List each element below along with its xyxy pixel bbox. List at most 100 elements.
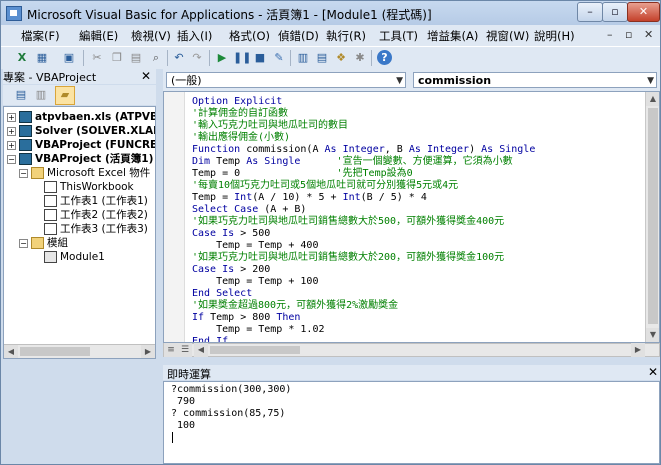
- code-line[interactable]: Function commission(A As Integer, B As I…: [192, 144, 535, 156]
- close-button[interactable]: ✕: [627, 2, 660, 22]
- menu-format[interactable]: 格式(O): [229, 28, 270, 44]
- menu-file[interactable]: 檔案(F): [21, 28, 60, 44]
- object-browser-icon[interactable]: ❖: [333, 50, 349, 66]
- scroll-down-icon[interactable]: ▼: [646, 328, 659, 342]
- minimize-button[interactable]: –: [577, 2, 603, 22]
- collapse-icon[interactable]: −: [19, 168, 28, 178]
- menu-debug[interactable]: 偵錯(D): [278, 28, 319, 44]
- full-module-view-icon[interactable]: ☰: [178, 343, 192, 357]
- tree-item-sheet2[interactable]: 工作表2 (工作表2): [44, 209, 148, 222]
- code-editor[interactable]: Option Explicit '計算佣金的自訂函數 '輸入巧克力吐司與地瓜吐司的數…: [163, 91, 660, 343]
- code-line[interactable]: Temp = 0 '先把Temp設為0: [192, 168, 413, 180]
- tree-item-modules[interactable]: − 模組: [19, 237, 68, 250]
- menu-insert[interactable]: 插入(I): [177, 28, 212, 44]
- menu-edit[interactable]: 編輯(E): [79, 28, 118, 44]
- toggle-folders-icon[interactable]: ▰: [55, 86, 75, 105]
- code-line[interactable]: '如果巧克力吐司與地瓜吐司銷售總數大於500，可額外獲得獎金400元: [192, 216, 504, 228]
- expand-icon[interactable]: +: [7, 112, 16, 122]
- code-line[interactable]: Case Is > 500: [192, 228, 270, 240]
- collapse-icon[interactable]: −: [7, 154, 16, 164]
- code-line[interactable]: If Temp > 800 Then: [192, 312, 300, 324]
- code-line[interactable]: Select Case (A + B): [192, 204, 306, 216]
- cut-icon[interactable]: ✂: [89, 50, 105, 66]
- mdi-close-button[interactable]: ✕: [644, 28, 653, 41]
- find-icon[interactable]: ⌕: [148, 50, 164, 66]
- tree-item-thisworkbook[interactable]: ThisWorkbook: [44, 181, 134, 194]
- redo-icon[interactable]: ↷: [189, 50, 205, 66]
- menu-tools[interactable]: 工具(T): [379, 28, 418, 44]
- code-line[interactable]: Temp = Temp * 1.02: [192, 324, 324, 336]
- code-line[interactable]: Temp = Temp + 400: [192, 240, 318, 252]
- mdi-restore-button[interactable]: ▫: [625, 28, 632, 41]
- procedure-combo[interactable]: commission ▼: [413, 72, 657, 88]
- undo-icon[interactable]: ↶: [171, 50, 187, 66]
- project-tree-hscrollbar[interactable]: ◀ ▶: [4, 344, 155, 358]
- scroll-right-icon[interactable]: ▶: [141, 345, 155, 358]
- code-vscrollbar[interactable]: ▲ ▼: [645, 92, 659, 342]
- code-margin[interactable]: [164, 92, 185, 342]
- tree-item-excel-objects[interactable]: − Microsoft Excel 物件: [19, 167, 150, 180]
- run-icon[interactable]: ▶: [214, 50, 230, 66]
- expand-icon[interactable]: +: [7, 126, 16, 136]
- tree-item-module1[interactable]: Module1: [44, 251, 105, 264]
- tree-item-solver[interactable]: + Solver (SOLVER.XLAM): [7, 125, 155, 138]
- scroll-up-icon[interactable]: ▲: [646, 92, 659, 106]
- code-line[interactable]: '如果獎金超過800元，可額外獲得2%激勵獎金: [192, 300, 398, 312]
- view-code-icon[interactable]: ▤: [13, 87, 29, 103]
- collapse-icon[interactable]: −: [19, 238, 28, 248]
- insert-module-icon[interactable]: ▦: [34, 50, 50, 66]
- chevron-down-icon[interactable]: ▼: [396, 73, 403, 89]
- tree-item-sheet1[interactable]: 工作表1 (工作表1): [44, 195, 148, 208]
- code-line[interactable]: '計算佣金的自訂函數: [192, 108, 288, 120]
- code-line[interactable]: '輸入巧克力吐司與地瓜吐司的數目: [192, 120, 348, 132]
- toolbox-icon[interactable]: ✱: [352, 50, 368, 66]
- maximize-button[interactable]: ▫: [602, 2, 628, 22]
- break-icon[interactable]: ❚❚: [233, 50, 251, 66]
- tree-item-sheet3[interactable]: 工作表3 (工作表3): [44, 223, 148, 236]
- scroll-left-icon[interactable]: ◀: [194, 343, 208, 357]
- tree-item-funcres[interactable]: + VBAProject (FUNCRES.XLAM): [7, 139, 155, 152]
- project-explorer-icon[interactable]: ▥: [295, 50, 311, 66]
- copy-icon[interactable]: ❐: [109, 50, 125, 66]
- immediate-window-close-icon[interactable]: ✕: [648, 365, 658, 379]
- menu-window[interactable]: 視窗(W): [486, 28, 529, 44]
- code-line[interactable]: End Select: [192, 288, 252, 300]
- expand-icon[interactable]: +: [7, 140, 16, 150]
- code-line[interactable]: '如果巧克力吐司與地瓜吐司銷售總數大於200，可額外獲得獎金100元: [192, 252, 504, 264]
- menu-help[interactable]: 說明(H): [534, 28, 575, 44]
- code-line[interactable]: Temp = Int(A / 10) * 5 + Int(B / 5) * 4: [192, 192, 427, 204]
- project-explorer-close-icon[interactable]: ✕: [141, 69, 151, 83]
- code-line[interactable]: Temp = Temp + 100: [192, 276, 318, 288]
- code-line[interactable]: '每賣10個巧克力吐司或5個地瓜吐司就可分別獲得5元或4元: [192, 180, 458, 192]
- code-hscrollbar[interactable]: ≡ ☰ ◀ ▶: [163, 343, 660, 357]
- code-line[interactable]: Case Is > 200: [192, 264, 270, 276]
- chevron-down-icon[interactable]: ▼: [647, 73, 654, 89]
- help-icon[interactable]: ?: [377, 50, 392, 65]
- tree-item-atpvbaen[interactable]: + atpvbaen.xls (ATPVBAEN.XLAM): [7, 111, 155, 124]
- immediate-window[interactable]: ?commission(300,300) 790 ? commission(85…: [163, 381, 660, 464]
- save-icon[interactable]: ▣: [61, 50, 77, 66]
- code-line[interactable]: Option Explicit: [192, 96, 282, 108]
- tree-item-vbaproject-workbook1[interactable]: − VBAProject (活頁簿1): [7, 153, 153, 166]
- code-line[interactable]: '輸出應得佣金(小數): [192, 132, 290, 144]
- scroll-thumb[interactable]: [210, 346, 300, 354]
- scroll-left-icon[interactable]: ◀: [4, 345, 18, 358]
- reset-icon[interactable]: ■: [252, 50, 268, 66]
- procedure-view-icon[interactable]: ≡: [164, 343, 178, 357]
- scroll-right-icon[interactable]: ▶: [631, 343, 645, 357]
- menu-view[interactable]: 檢視(V): [131, 28, 171, 44]
- menu-addins[interactable]: 增益集(A): [427, 28, 478, 44]
- mdi-minimize-button[interactable]: –: [607, 28, 613, 41]
- code-line[interactable]: Dim Temp As Single '宣告一個變數、方便運算，它須為小數: [192, 156, 513, 168]
- properties-icon[interactable]: ▤: [314, 50, 330, 66]
- paste-icon[interactable]: ▤: [128, 50, 144, 66]
- menu-run[interactable]: 執行(R): [326, 28, 366, 44]
- view-object-icon[interactable]: ▥: [33, 87, 49, 103]
- scroll-thumb[interactable]: [20, 347, 90, 356]
- scroll-thumb[interactable]: [648, 108, 658, 324]
- tree-item-label: 工作表2 (工作表2): [60, 209, 148, 221]
- excel-icon[interactable]: X: [14, 50, 30, 66]
- design-mode-icon[interactable]: ✎: [271, 50, 287, 66]
- code-line[interactable]: End If: [192, 336, 228, 342]
- object-combo[interactable]: (一般) ▼: [166, 72, 406, 88]
